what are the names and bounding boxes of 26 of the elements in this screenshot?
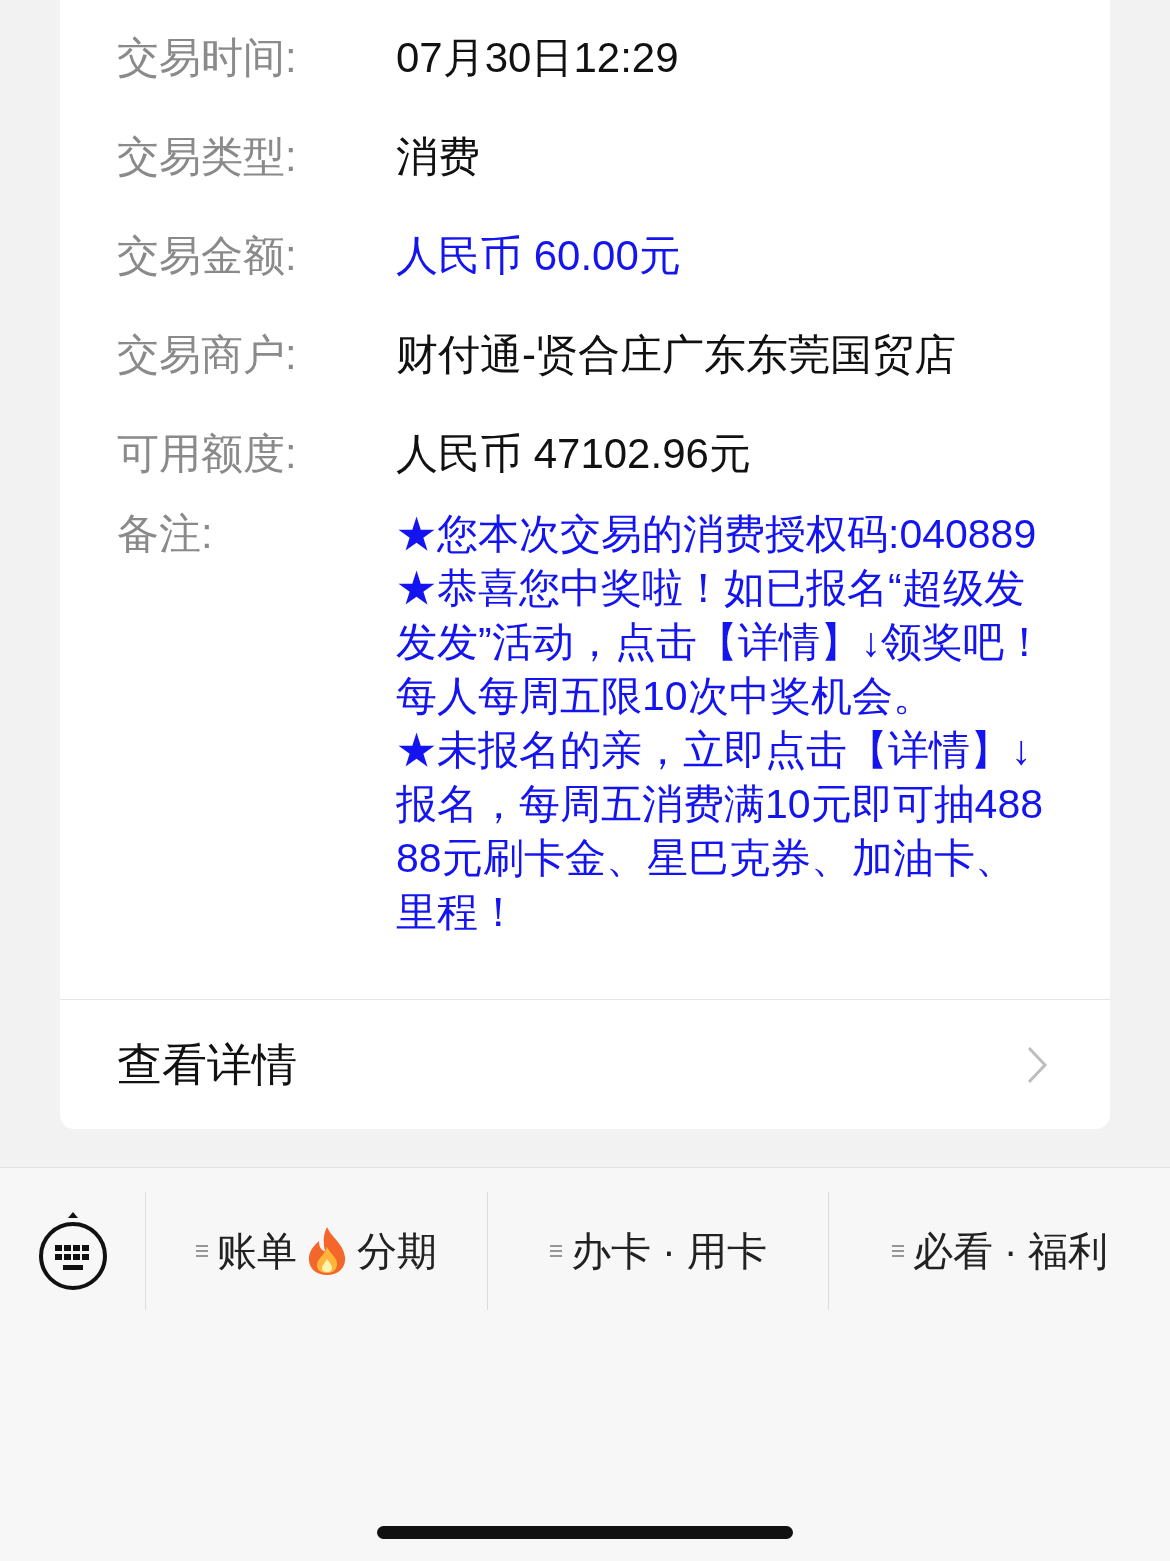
menu-label: 必看 · 福利 — [912, 1228, 1109, 1275]
field-label: 交易商户: — [117, 329, 298, 380]
field-label: 备注: — [117, 509, 214, 559]
field-label: 交易时间: — [117, 32, 298, 83]
menu-button[interactable]: 办卡 · 用卡 — [549, 1221, 767, 1281]
chevron-right-icon — [1026, 1044, 1048, 1085]
field-value: 人民币 60.00元 — [396, 230, 681, 281]
menu-button[interactable]: 账单 分期 — [195, 1221, 438, 1281]
field-value: 消费 — [396, 131, 480, 182]
field-label: 交易金额: — [117, 230, 298, 281]
field-label: 可用额度: — [117, 428, 298, 479]
menu-lines-icon — [549, 1243, 564, 1259]
menu-lines-icon — [890, 1243, 905, 1259]
details-link[interactable]: 查看详情 — [117, 1030, 297, 1099]
menu-button[interactable]: 必看 · 福利 — [890, 1221, 1109, 1281]
menu-label: 分期 — [357, 1228, 438, 1275]
remark-text: ★未报名的亲，立即点击【详情】↓报名，每周五消费满10元即可抽48888元刷卡金、星巴克券、加油卡、里程！ — [396, 726, 1044, 937]
field-value: 人民币 47102.96元 — [396, 428, 751, 479]
menu-label: 账单 — [217, 1228, 298, 1275]
field-value: 财付通-贤合庄广东东莞国贸店 — [396, 329, 956, 380]
remark-text: ★您本次交易的消费授权码:040889 — [396, 510, 1038, 559]
field-value: 07月30日12:29 — [396, 32, 679, 83]
menu-lines-icon — [195, 1243, 210, 1259]
field-label: 交易类型: — [117, 131, 298, 182]
menu-label: 办卡 · 用卡 — [571, 1228, 767, 1275]
remark-text: ★恭喜您中奖啦！如已报名“超级发发发”活动，点击【详情】↓领奖吧！每人每周五限10次中奖机会。 — [396, 564, 1047, 721]
